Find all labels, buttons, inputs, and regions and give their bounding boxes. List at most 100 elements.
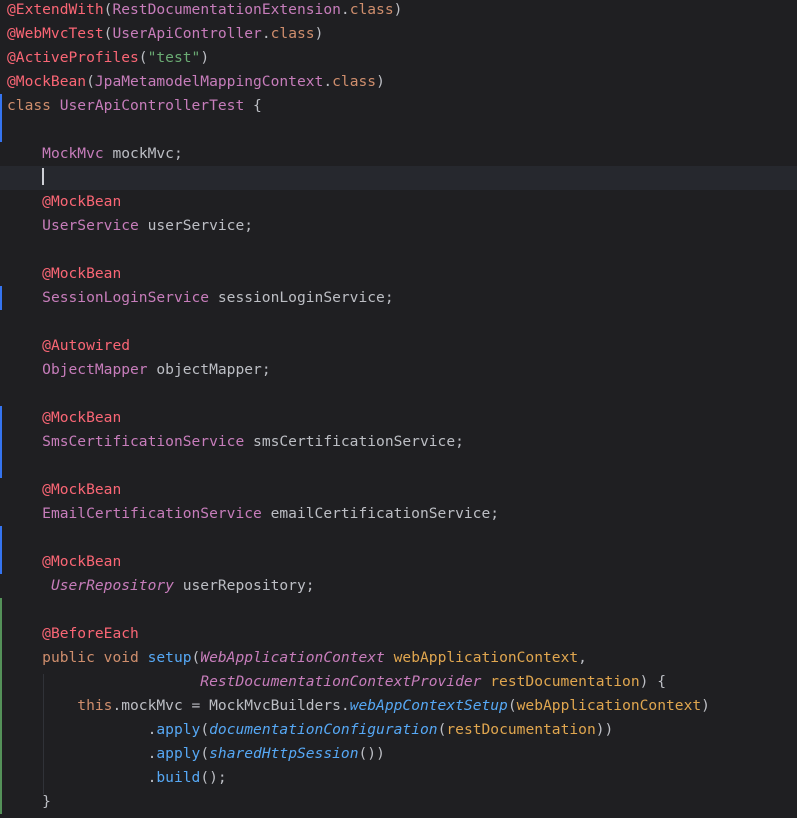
code-token: mockMvc; [103, 145, 183, 162]
code-line[interactable] [0, 598, 797, 622]
code-line[interactable]: this.mockMvc = MockMvcBuilders.webAppCon… [0, 694, 797, 718]
code-line[interactable] [0, 166, 797, 190]
code-token: { [244, 97, 262, 114]
code-line[interactable]: RestDocumentationContextProvider restDoc… [0, 670, 797, 694]
code-line[interactable] [0, 238, 797, 262]
code-token: emailCertificationService; [261, 505, 500, 522]
code-token: build [156, 769, 201, 786]
code-token: class [349, 1, 394, 18]
code-token: userService; [138, 217, 254, 234]
code-line[interactable]: @MockBean [0, 406, 797, 430]
gutter-modified-marker[interactable] [0, 526, 2, 574]
code-token: @Autowired [42, 337, 131, 354]
code-token: UserApiControllerTest [59, 97, 245, 114]
code-token: . [323, 73, 333, 90]
code-token: @MockBean [42, 409, 122, 426]
code-line[interactable] [0, 310, 797, 334]
code-line[interactable]: } [0, 790, 797, 814]
code-line[interactable]: UserService userService; [0, 214, 797, 238]
code-token: ) [393, 1, 403, 18]
code-token: ( [507, 697, 517, 714]
code-token: RestDocumentationContextProvider [200, 673, 482, 690]
code-line[interactable] [0, 118, 797, 142]
code-token: , [578, 649, 587, 666]
code-line[interactable]: public void setup(WebApplicationContext … [0, 646, 797, 670]
code-token: restDocumentation [446, 721, 596, 738]
code-line[interactable]: @Autowired [0, 334, 797, 358]
code-line[interactable] [0, 454, 797, 478]
code-token: smsCertificationService; [244, 433, 464, 450]
code-token: .mockMvc = MockMvcBuilders. [112, 697, 350, 714]
code-line[interactable]: @MockBean(JpaMetamodelMappingContext.cla… [0, 70, 797, 94]
code-line[interactable]: @WebMvcTest(UserApiController.class) [0, 22, 797, 46]
code-token: @WebMvcTest [7, 25, 104, 42]
code-line[interactable]: @MockBean [0, 190, 797, 214]
code-token: ) [376, 73, 385, 90]
code-line[interactable]: @MockBean [0, 478, 797, 502]
text-caret [42, 168, 45, 185]
gutter-modified-marker[interactable] [0, 406, 2, 478]
code-token: @ActiveProfiles [7, 49, 139, 66]
code-token: JpaMetamodelMappingContext [94, 73, 324, 90]
code-token: restDocumentation [490, 673, 640, 690]
code-line[interactable]: .build(); [0, 766, 797, 790]
gutter-added-marker[interactable] [0, 598, 2, 814]
gutter-modified-marker[interactable] [0, 94, 2, 142]
code-token: WebApplicationContext [200, 649, 385, 666]
code-token: setup [147, 649, 192, 666]
code-line[interactable]: EmailCertificationService emailCertifica… [0, 502, 797, 526]
code-line[interactable]: @ActiveProfiles("test") [0, 46, 797, 70]
code-token: class [270, 25, 315, 42]
code-token: "test" [147, 49, 201, 66]
code-token: webApplicationContext [393, 649, 579, 666]
code-token: class [7, 97, 60, 114]
code-token: public void [42, 649, 148, 666]
code-token: MockMvc [42, 145, 104, 162]
code-token: SmsCertificationService [42, 433, 245, 450]
code-token: (); [200, 769, 227, 786]
gutter-modified-marker[interactable] [0, 286, 2, 310]
code-line[interactable] [0, 382, 797, 406]
code-line[interactable]: @MockBean [0, 550, 797, 574]
code-line[interactable]: @ExtendWith(RestDocumentationExtension.c… [0, 0, 797, 22]
code-token: ( [200, 721, 210, 738]
code-line[interactable]: .apply(sharedHttpSession()) [0, 742, 797, 766]
code-line[interactable]: ObjectMapper objectMapper; [0, 358, 797, 382]
code-line[interactable]: SmsCertificationService smsCertification… [0, 430, 797, 454]
code-line[interactable]: SessionLoginService sessionLoginService; [0, 286, 797, 310]
code-token: @ExtendWith [7, 1, 104, 18]
code-token: ) [200, 49, 210, 66]
code-line[interactable]: @BeforeEach [0, 622, 797, 646]
code-token: documentationConfiguration [209, 721, 438, 738]
code-line[interactable]: .apply(documentationConfiguration(restDo… [0, 718, 797, 742]
code-line[interactable]: UserRepository userRepository; [0, 574, 797, 598]
code-line[interactable]: class UserApiControllerTest { [0, 94, 797, 118]
code-token: ( [191, 649, 201, 666]
code-token: webAppContextSetup [349, 697, 508, 714]
code-token: ( [86, 73, 95, 90]
code-line[interactable]: MockMvc mockMvc; [0, 142, 797, 166]
code-token: sessionLoginService; [209, 289, 394, 306]
code-line[interactable] [0, 526, 797, 550]
code-editor[interactable]: @ExtendWith(RestDocumentationExtension.c… [0, 0, 797, 818]
code-token: @MockBean [7, 73, 87, 90]
code-line[interactable]: @MockBean [0, 262, 797, 286]
code-token: ()) [358, 745, 385, 762]
